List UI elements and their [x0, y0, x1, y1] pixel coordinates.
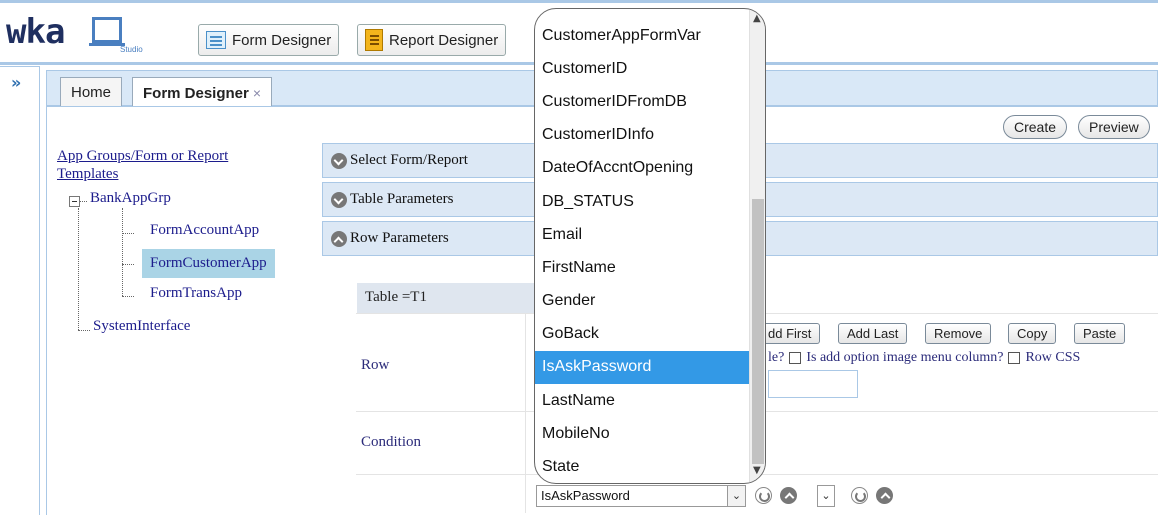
tree-node-bankappgrp[interactable]: BankAppGrp — [90, 190, 171, 207]
app-logo: wka — [6, 12, 65, 52]
form-divider — [525, 313, 526, 513]
add-last-button[interactable]: Add Last — [838, 323, 908, 344]
form-designer-label: Form Designer — [232, 31, 332, 49]
chevron-down-icon[interactable]: ⌄ — [727, 486, 745, 506]
paste-button[interactable]: Paste — [1074, 323, 1126, 344]
field-dropdown-list[interactable]: CustomerAppFormVar CustomerID CustomerIDFr… — [534, 8, 766, 484]
tree-root-link[interactable]: App Groups/Form or Report Templates — [57, 147, 287, 183]
expand-panel-icon[interactable]: » — [11, 73, 21, 92]
tree-node-form-selected[interactable]: FormCustomerApp — [142, 249, 275, 278]
row-option-label: le? — [768, 350, 785, 365]
tree-node-systeminterface[interactable]: SystemInterface — [93, 318, 190, 335]
chevron-up-icon — [331, 230, 347, 247]
create-button[interactable]: Create — [1003, 115, 1068, 139]
tree-connector — [122, 296, 134, 297]
chevron-down-icon — [331, 191, 347, 208]
dropdown-option[interactable]: Email — [535, 218, 751, 251]
scroll-down-icon[interactable]: ▼ — [753, 465, 761, 476]
dropdown-option[interactable]: DB_STATUS — [535, 185, 751, 218]
row-options: le? Is add option image menu column? Row… — [768, 350, 1080, 366]
dropdown-option[interactable]: State — [535, 450, 751, 483]
field-select[interactable]: IsAskPassword ⌄ — [536, 485, 746, 507]
report-designer-button[interactable]: Report Designer — [357, 24, 507, 56]
tree-connector — [80, 201, 87, 202]
dropdown-option[interactable]: Gender — [535, 285, 751, 318]
tree-connector — [78, 330, 90, 331]
dropdown-scrollbar[interactable]: ▲ ▼ — [749, 9, 765, 483]
report-icon — [365, 29, 383, 51]
tab-home[interactable]: Home — [60, 77, 123, 107]
tree-node-form[interactable]: FormTransApp — [150, 285, 242, 302]
image-menu-label: Is add option image menu column? — [806, 350, 1004, 365]
accordion-label: Table Parameters — [350, 191, 454, 207]
tree-connector — [122, 233, 134, 234]
dropdown-options: CustomerAppFormVar CustomerID CustomerIDFr… — [535, 19, 751, 483]
dropdown-option[interactable]: MobileNo — [535, 417, 751, 450]
dropdown-option[interactable]: GoBack — [535, 318, 751, 351]
dropdown-option[interactable]: CustomerID — [535, 52, 751, 85]
row-css-label: Row CSS — [1025, 350, 1081, 365]
copy-button[interactable]: Copy — [1008, 323, 1057, 344]
dropdown-option[interactable]: IsAskPassword — [535, 350, 751, 385]
image-menu-checkbox[interactable] — [1008, 352, 1021, 364]
report-designer-label: Report Designer — [389, 31, 499, 49]
row-css-input[interactable] — [768, 370, 858, 398]
dropdown-option[interactable]: CustomerIDInfo — [535, 119, 751, 152]
dropdown-option[interactable]: DateOfAccntOpening — [535, 152, 751, 185]
side-panel-strip: » — [0, 66, 40, 515]
secondary-select[interactable]: ⌄ — [817, 485, 835, 507]
logo-subtitle: Studio — [120, 45, 143, 54]
row-label: Row — [361, 357, 390, 373]
tree-node-form[interactable]: FormAccountApp — [150, 222, 259, 239]
chevron-down-icon — [331, 152, 347, 169]
tab-form-designer[interactable]: Form Designer × — [132, 77, 273, 108]
scroll-up-icon[interactable]: ▲ — [753, 13, 761, 24]
refresh-icon[interactable] — [755, 487, 772, 504]
refresh-icon[interactable] — [851, 487, 868, 504]
tab-close-icon[interactable]: × — [253, 85, 261, 101]
dropdown-option[interactable]: LastName — [535, 384, 751, 417]
add-first-button[interactable]: dd First — [760, 323, 821, 344]
row-option-checkbox[interactable] — [789, 352, 802, 364]
dropdown-option[interactable]: FirstName — [535, 251, 751, 284]
form-designer-button[interactable]: Form Designer — [198, 24, 340, 56]
move-up-icon[interactable] — [780, 487, 797, 504]
form-icon — [206, 31, 226, 49]
logo-square-icon — [89, 17, 125, 46]
tab-form-designer-label: Form Designer — [143, 84, 249, 102]
accordion-label: Row Parameters — [350, 230, 449, 246]
scrollbar-thumb[interactable] — [752, 199, 764, 464]
tab-home-label: Home — [71, 84, 112, 101]
collapse-node-icon[interactable] — [69, 196, 80, 207]
move-up-icon[interactable] — [876, 487, 893, 504]
remove-button[interactable]: Remove — [925, 323, 992, 344]
tree-connector — [78, 208, 79, 330]
condition-label: Condition — [361, 434, 422, 450]
preview-button[interactable]: Preview — [1078, 115, 1150, 139]
dropdown-option[interactable]: CustomerIDFromDB — [535, 85, 751, 118]
dropdown-option[interactable]: CustomerAppFormVar — [535, 19, 751, 52]
field-select-value: IsAskPassword — [541, 488, 630, 503]
table-label: Table =T1 — [357, 283, 537, 313]
tree-connector — [122, 208, 123, 296]
accordion-label: Select Form/Report — [350, 152, 468, 168]
tree-connector — [122, 264, 134, 265]
